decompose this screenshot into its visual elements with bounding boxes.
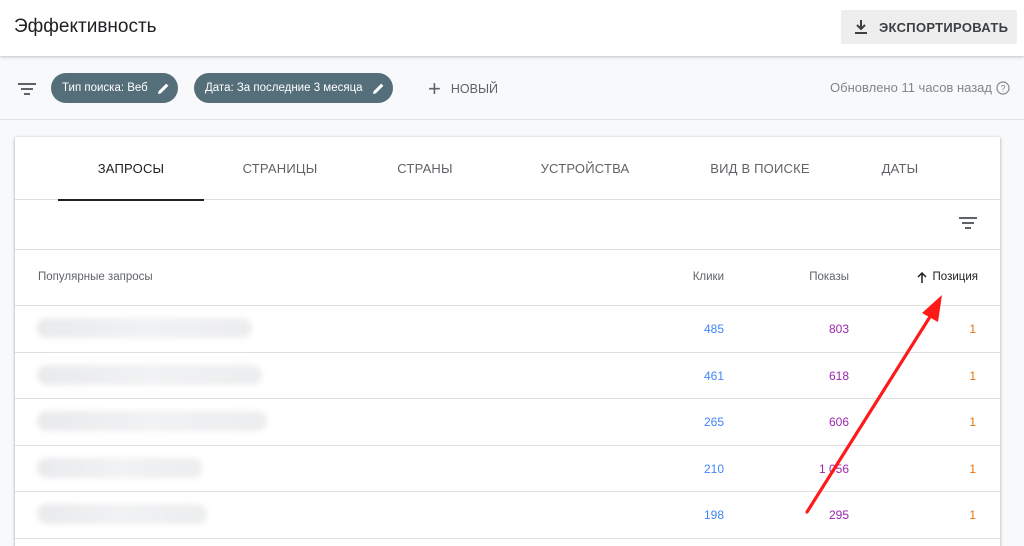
tab-dates[interactable]: ДАТЫ [860,137,940,200]
impressions-cell: 618 [828,368,849,383]
clicks-cell: 198 [703,508,724,522]
tab-bar: ЗАПРОСЫ СТРАНИЦЫ СТРАНЫ УСТРОЙСТВА ВИД В… [15,137,1000,201]
search-type-chip-label: Тип поиска: Веб [62,82,148,94]
tab-devices[interactable]: УСТРОЙСТВА [520,137,650,200]
position-cell: 1 [969,461,976,476]
new-filter-button[interactable]: + НОВЫЙ [428,76,498,101]
clicks-cell: 265 [703,415,724,429]
table-body: 485 803 1 461 618 1 265 606 1 210 1 056 … [15,306,1000,539]
impressions-cell: 606 [828,415,849,429]
performance-card: ЗАПРОСЫ СТРАНИЦЫ СТРАНЫ УСТРОЙСТВА ВИД В… [15,137,1000,546]
position-cell: 1 [969,508,976,522]
tab-countries[interactable]: СТРАНЫ [380,137,470,200]
table-header: Популярные запросы Клики Показы Позиция [15,250,1000,306]
query-cell-blurred [37,318,252,338]
filter-icon[interactable] [18,82,36,96]
position-cell: 1 [969,322,976,336]
table-row[interactable]: 265 606 1 [15,399,1000,446]
table-row[interactable]: 210 1 056 1 [15,446,1000,492]
column-header-queries[interactable]: Популярные запросы [38,271,153,283]
updated-text: Обновлено 11 часов назад [830,80,992,95]
tab-queries-label: ЗАПРОСЫ [97,161,165,176]
query-cell-blurred [37,364,262,385]
position-cell: 1 [969,415,976,429]
tab-pages-label: СТРАНИЦЫ [242,161,318,176]
clicks-cell: 461 [703,368,724,383]
tab-search-appearance[interactable]: ВИД В ПОИСКЕ [690,137,830,200]
export-button[interactable]: ЭКСПОРТИРОВАТЬ [841,10,1017,44]
impressions-cell: 295 [828,508,849,522]
tab-dates-label: ДАТЫ [881,161,919,176]
column-header-position-label: Позиция [932,271,978,283]
position-cell: 1 [969,368,976,383]
clicks-cell: 210 [703,461,724,476]
tab-countries-label: СТРАНЫ [397,161,453,176]
search-type-chip[interactable]: Тип поиска: Веб [51,73,178,103]
query-cell-blurred [37,504,207,524]
column-header-clicks[interactable]: Клики [693,271,724,283]
help-icon[interactable]: ? [996,80,1010,95]
query-cell-blurred [37,457,202,478]
impressions-cell: 1 056 [818,461,849,476]
clicks-cell: 485 [703,322,724,336]
table-toolbar [15,200,1000,250]
svg-text:?: ? [1000,83,1005,93]
header: Эффективность ЭКСПОРТИРОВАТЬ [0,0,1024,56]
pencil-icon[interactable] [372,82,385,95]
tab-devices-label: УСТРОЙСТВА [540,161,630,176]
tab-search-appearance-label: ВИД В ПОИСКЕ [710,161,810,176]
table-row[interactable]: 461 618 1 [15,353,1000,399]
impressions-cell: 803 [828,322,849,336]
tab-pages[interactable]: СТРАНИЦЫ [225,137,335,200]
plus-icon: + [428,76,441,101]
updated-status: Обновлено 11 часов назад ? [830,80,1010,95]
table-row[interactable]: 198 295 1 [15,492,1000,539]
sort-arrow-up-icon [917,271,927,283]
date-chip[interactable]: Дата: За последние 3 месяца [194,73,393,103]
table-row[interactable]: 485 803 1 [15,306,1000,353]
date-chip-label: Дата: За последние 3 месяца [205,82,363,94]
new-filter-label: НОВЫЙ [450,82,498,96]
tab-queries[interactable]: ЗАПРОСЫ [58,137,204,201]
query-cell-blurred [37,411,267,431]
export-label: ЭКСПОРТИРОВАТЬ [879,19,1009,35]
pencil-icon[interactable] [157,82,170,95]
download-icon [853,19,869,35]
column-header-position[interactable]: Позиция [917,271,978,283]
table-filter-icon[interactable] [959,216,977,230]
page-title: Эффективность [14,16,157,37]
column-header-impressions[interactable]: Показы [809,271,849,283]
